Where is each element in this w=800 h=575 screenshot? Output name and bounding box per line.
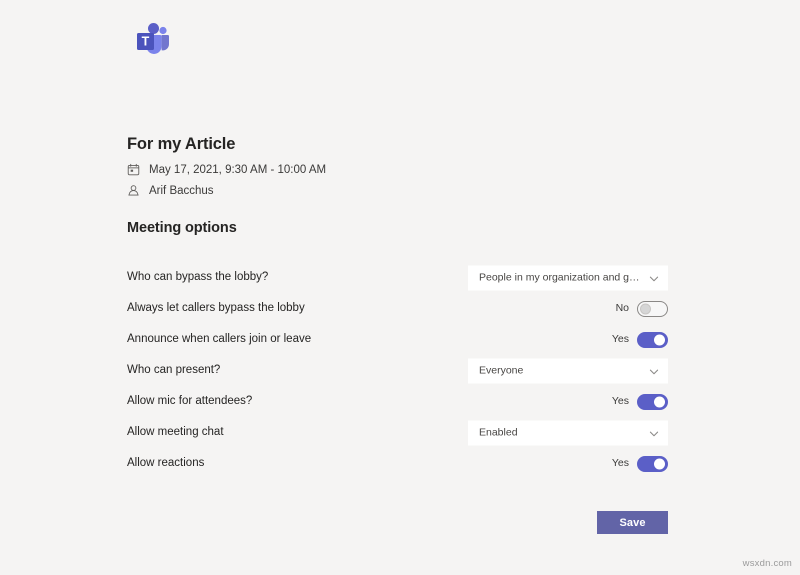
toggle-knob: [640, 303, 651, 314]
dropdown-value: People in my organization and gu…: [479, 271, 644, 284]
dropdown-value: Enabled: [479, 426, 518, 439]
dropdown-value: Everyone: [479, 364, 524, 377]
calendar-icon: [127, 163, 140, 176]
meeting-header: For my Article May 17, 2021, 9:30 AM - 1…: [127, 134, 687, 204]
option-row-who-can-present: Who can present? Everyone: [127, 355, 668, 386]
option-label: Always let callers bypass the lobby: [127, 302, 305, 314]
always-let-callers-bypass-toggle[interactable]: No: [615, 300, 668, 317]
toggle-switch[interactable]: [637, 300, 668, 317]
chevron-down-icon: [648, 427, 660, 439]
toggle-state-label: Yes: [611, 457, 629, 469]
save-button[interactable]: Save: [597, 511, 668, 534]
toggle-switch[interactable]: [637, 331, 668, 348]
chevron-down-icon: [648, 272, 660, 284]
meeting-options-heading: Meeting options: [127, 220, 237, 236]
meeting-organizer: Arif Bacchus: [149, 184, 214, 197]
who-can-bypass-lobby-dropdown[interactable]: People in my organization and gu…: [468, 265, 668, 290]
option-label: Allow reactions: [127, 457, 205, 469]
option-row-always-let-callers-bypass: Always let callers bypass the lobby No: [127, 293, 668, 324]
toggle-switch[interactable]: [637, 455, 668, 472]
announce-callers-toggle[interactable]: Yes: [611, 331, 668, 348]
who-can-present-dropdown[interactable]: Everyone: [468, 358, 668, 383]
toggle-knob: [654, 334, 665, 345]
watermark: wsxdn.com: [742, 558, 792, 569]
toggle-state-label: Yes: [611, 333, 629, 345]
meeting-options-list: Who can bypass the lobby? People in my o…: [127, 262, 668, 479]
option-row-who-can-bypass-lobby: Who can bypass the lobby? People in my o…: [127, 262, 668, 293]
toggle-state-label: No: [615, 302, 629, 314]
chevron-down-icon: [648, 365, 660, 377]
option-row-announce-callers: Announce when callers join or leave Yes: [127, 324, 668, 355]
option-row-allow-mic-attendees: Allow mic for attendees? Yes: [127, 386, 668, 417]
option-label: Allow mic for attendees?: [127, 395, 253, 407]
allow-reactions-toggle[interactable]: Yes: [611, 455, 668, 472]
microsoft-teams-logo: T: [128, 20, 174, 60]
page-title: For my Article: [127, 135, 236, 153]
option-row-allow-meeting-chat: Allow meeting chat Enabled: [127, 417, 668, 448]
option-row-allow-reactions: Allow reactions Yes: [127, 448, 668, 479]
toggle-switch[interactable]: [637, 393, 668, 410]
toggle-state-label: Yes: [611, 395, 629, 407]
meeting-datetime: May 17, 2021, 9:30 AM - 10:00 AM: [149, 163, 327, 176]
meeting-organizer-row: Arif Bacchus: [127, 183, 687, 198]
allow-meeting-chat-dropdown[interactable]: Enabled: [468, 420, 668, 445]
svg-text:T: T: [142, 35, 150, 49]
allow-mic-attendees-toggle[interactable]: Yes: [611, 393, 668, 410]
option-label: Announce when callers join or leave: [127, 333, 312, 345]
meeting-datetime-row: May 17, 2021, 9:30 AM - 10:00 AM: [127, 162, 687, 177]
toggle-knob: [654, 458, 665, 469]
person-icon: [127, 184, 140, 197]
toggle-knob: [654, 396, 665, 407]
meeting-options-page: T For my Article May 17, 2021, 9:30 AM -…: [0, 0, 800, 575]
